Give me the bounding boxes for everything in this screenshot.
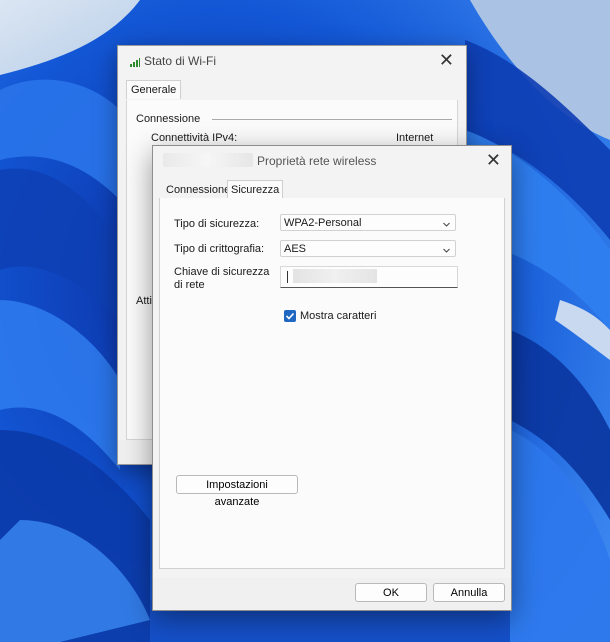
close-icon[interactable]: ✕ — [439, 52, 454, 70]
tab-connessione[interactable]: Connessione — [163, 182, 233, 198]
cancel-button[interactable]: Annulla — [433, 583, 505, 602]
advanced-settings-button[interactable]: Impostazioni avanzate — [176, 475, 298, 508]
network-key-redacted — [293, 269, 377, 283]
security-type-value: WPA2-Personal — [284, 217, 362, 229]
tab-strip: Generale — [126, 80, 458, 101]
text-cursor — [287, 271, 288, 283]
group-divider — [212, 119, 452, 120]
ok-button[interactable]: OK — [355, 583, 427, 602]
chevron-down-icon — [443, 245, 450, 253]
close-icon[interactable]: ✕ — [486, 152, 501, 170]
checkmark-icon — [285, 312, 295, 320]
window-title: Stato di Wi-Fi — [144, 54, 217, 68]
security-type-label: Tipo di sicurezza: — [174, 218, 260, 230]
network-key-input[interactable] — [280, 266, 458, 288]
show-characters-label: Mostra caratteri — [300, 310, 377, 322]
show-characters-checkbox[interactable] — [284, 310, 296, 322]
encryption-type-label: Tipo di crittografia: — [174, 243, 265, 255]
dialog-title: Proprietà rete wireless — [257, 154, 377, 168]
tab-generale[interactable]: Generale — [126, 80, 182, 99]
group-label-connessione: Connessione — [136, 113, 201, 125]
wireless-properties-dialog: Proprietà rete wireless ✕ Connessione Si… — [152, 145, 512, 611]
security-type-select[interactable]: WPA2-Personal — [280, 214, 456, 231]
encryption-type-select[interactable]: AES — [280, 240, 456, 257]
ipv4-label: Connettività IPv4: — [151, 132, 238, 144]
network-name-redacted — [163, 153, 253, 167]
chevron-down-icon — [443, 219, 450, 227]
activity-label: Atti — [136, 295, 152, 307]
security-panel: Tipo di sicurezza: WPA2-Personal Tipo di… — [159, 198, 505, 569]
wifi-status-titlebar[interactable]: Stato di Wi-Fi ✕ — [118, 46, 466, 76]
tab-sicurezza[interactable]: Sicurezza — [227, 180, 284, 200]
encryption-type-value: AES — [284, 243, 307, 255]
wifi-signal-icon — [130, 57, 140, 67]
ipv4-value: Internet — [396, 132, 434, 144]
network-key-label: Chiave di sicurezza di rete — [174, 266, 270, 291]
tab-strip: Connessione Sicurezza — [159, 180, 505, 200]
